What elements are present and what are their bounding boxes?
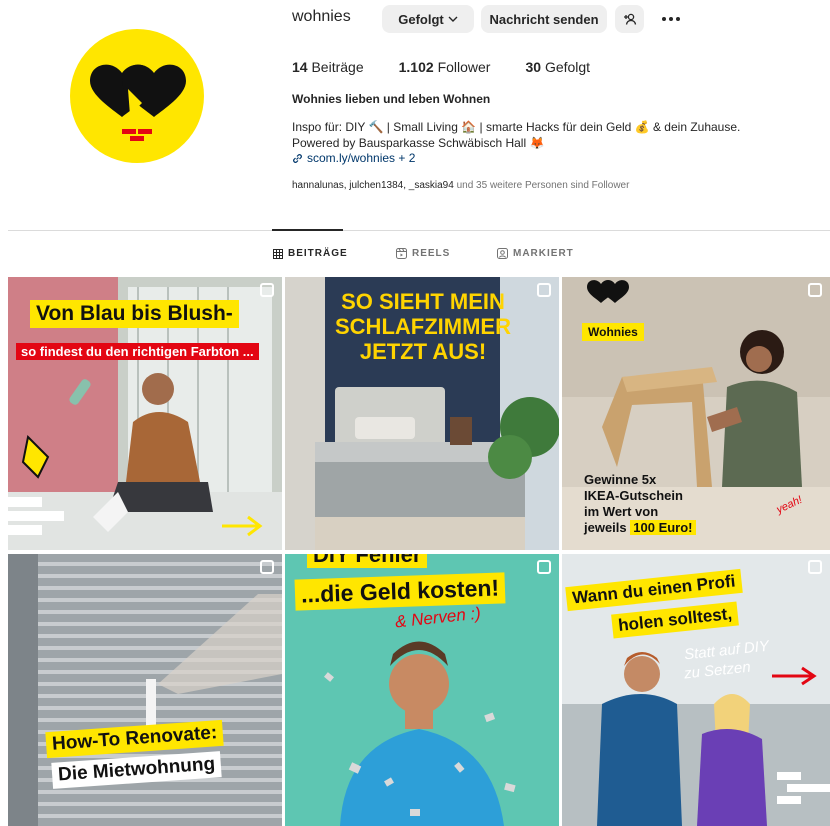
reel-icon [260,560,274,574]
post-tile[interactable]: Von Blau bis Blush- so findest du den ri… [8,277,282,550]
active-tab-indicator [272,229,343,231]
profile-stats: 14 Beiträge 1.102 Follower 30 Gefolgt [292,59,625,75]
more-options-button[interactable] [657,5,685,33]
profile-bio: Inspo für: DIY 🔨 | Small Living 🏠 | smar… [292,119,812,151]
post-tile[interactable]: How-To Renovate: Die Mietwohnung [8,554,282,826]
post-title-line: SO SIEHT MEIN [341,289,505,314]
multi-image-icon [260,283,274,297]
post-tile[interactable]: SO SIEHT MEIN SCHLAFZIMMER JETZT AUS! [285,277,559,550]
reel-icon [537,560,551,574]
post-title-cut: DIY Fehler [307,554,428,568]
bio-line: Inspo für: DIY 🔨 | Small Living 🏠 | smar… [292,120,741,134]
multi-image-icon [808,560,822,574]
dot-icon [662,17,666,21]
dot-icon [669,17,673,21]
post-title-block: SO SIEHT MEIN SCHLAFZIMMER JETZT AUS! [313,289,533,364]
tab-tagged[interactable]: MARKIERT [497,248,574,259]
following-label: Gefolgt [398,11,444,27]
post-highlight: 100 Euro! [630,520,696,535]
post-text-block: Gewinne 5x IKEA-Gutschein im Wert von je… [584,472,696,536]
post-tile[interactable]: Wann du einen Profi holen solltest, Stat… [562,554,830,826]
followed-by-rest: und 35 weitere Personen sind Follower [453,180,630,191]
followers-count[interactable]: 1.102 Follower [399,59,491,75]
multi-image-icon [808,283,822,297]
profile-avatar[interactable] [70,29,204,163]
post-title-line: SCHLAFZIMMER [335,314,511,339]
suggested-users-button[interactable] [615,5,644,33]
post-brand: Wohnies [582,323,644,341]
tab-posts-label: BEITRÄGE [288,248,348,259]
link-icon [293,153,302,163]
followed-by-names: hannalunas, julchen1384, _saskia94 [292,180,454,191]
post-title-line: JETZT AUS! [359,339,487,364]
profile-full-name: Wohnies lieben und leben Wohnen [292,92,491,106]
following-count[interactable]: 30 Gefolgt [525,59,590,75]
tab-reels-label: REELS [412,248,451,259]
post-text-line: IKEA-Gutschein [584,488,683,503]
post-subtitle: so findest du den richtigen Farbton ... [16,343,259,360]
tabs-divider [8,230,830,231]
grid-icon [273,248,283,259]
username: wohnies [292,8,351,25]
reel-icon [537,283,551,297]
send-message-label: Nachricht senden [489,11,599,27]
post-image [8,554,282,826]
followed-by[interactable]: hannalunas, julchen1384, _saskia94 und 3… [292,180,629,191]
profile-link-text: scom.ly/wohnies + 2 [307,151,416,165]
bio-line: Powered by Bausparkasse Schwäbisch Hall … [292,136,545,150]
add-user-icon [623,13,636,25]
profile-link[interactable]: scom.ly/wohnies + 2 [292,151,415,165]
tagged-icon [497,248,508,259]
reels-icon [396,248,407,259]
tab-tagged-label: MARKIERT [513,248,574,259]
posts-count: 14 Beiträge [292,59,364,75]
post-text-line: Gewinne 5x [584,472,657,487]
post-text-line: im Wert von [584,504,659,519]
following-button[interactable]: Gefolgt [382,5,474,33]
dot-icon [676,17,680,21]
tab-posts[interactable]: BEITRÄGE [273,248,348,259]
post-tile[interactable]: DIY Fehler ...die Geld kosten! & Nerven … [285,554,559,826]
post-text-line: jeweils 100 Euro! [584,520,696,536]
post-title: Von Blau bis Blush- [30,300,239,328]
post-tile[interactable]: Wohnies Gewinne 5x IKEA-Gutschein im Wer… [562,277,830,550]
tab-reels[interactable]: REELS [396,248,450,259]
send-message-button[interactable]: Nachricht senden [481,5,607,33]
wohnies-logo [90,64,186,141]
chevron-down-icon [448,16,458,22]
